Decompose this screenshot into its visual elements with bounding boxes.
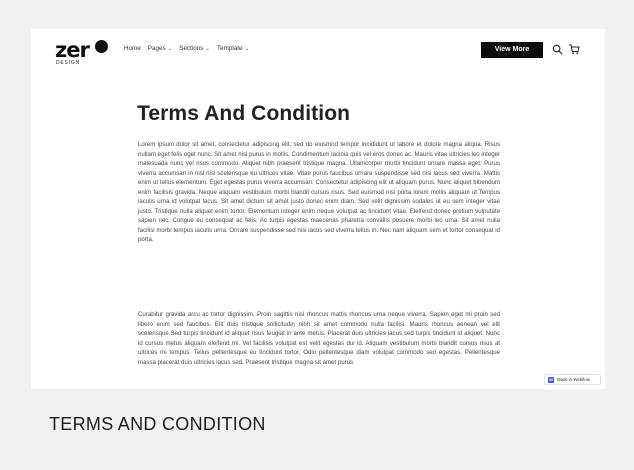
terms-paragraph-1: Lorem ipsum dolor sit amet, consectetur … (138, 141, 500, 243)
menu-item-template[interactable]: Template ⌄ (217, 45, 249, 53)
menu-label: Pages (147, 45, 166, 52)
page-title: Terms And Condition (137, 102, 351, 125)
main-menu: Home Pages ⌄ Sections ⌄ Template ⌄ (124, 45, 249, 53)
menu-item-sections[interactable]: Sections ⌄ (179, 45, 210, 53)
view-more-button[interactable]: View More (481, 42, 543, 58)
made-in-webflow-badge[interactable]: W Made in Webflow (544, 374, 601, 385)
template-caption: TERMS AND CONDITION (49, 414, 266, 434)
menu-item-home[interactable]: Home (124, 45, 141, 53)
top-navbar: zer DESIGN Home Pages ⌄ Sections ⌄ Templ… (31, 29, 605, 77)
chevron-down-icon: ⌄ (243, 46, 250, 52)
terms-paragraph-2: Curabitur gravida arcu ac tortor digniss… (138, 311, 500, 366)
webflow-icon: W (548, 376, 554, 383)
chevron-down-icon: ⌄ (166, 46, 173, 52)
logo-subtitle: DESIGN (56, 60, 80, 66)
menu-label: Template (217, 45, 243, 52)
menu-label: Sections (179, 45, 204, 52)
menu-label: Home (124, 45, 141, 52)
zero-design-logo[interactable]: zer DESIGN (55, 39, 109, 69)
chevron-down-icon: ⌄ (204, 46, 210, 52)
cart-icon[interactable] (568, 43, 580, 55)
logo-wordmark: zer (55, 38, 90, 62)
menu-item-pages[interactable]: Pages ⌄ (148, 45, 172, 53)
page-preview-card: zer DESIGN Home Pages ⌄ Sections ⌄ Templ… (31, 29, 605, 389)
badge-label: Made in Webflow (557, 377, 590, 382)
logo-dot (95, 40, 108, 53)
search-icon[interactable] (552, 44, 563, 55)
